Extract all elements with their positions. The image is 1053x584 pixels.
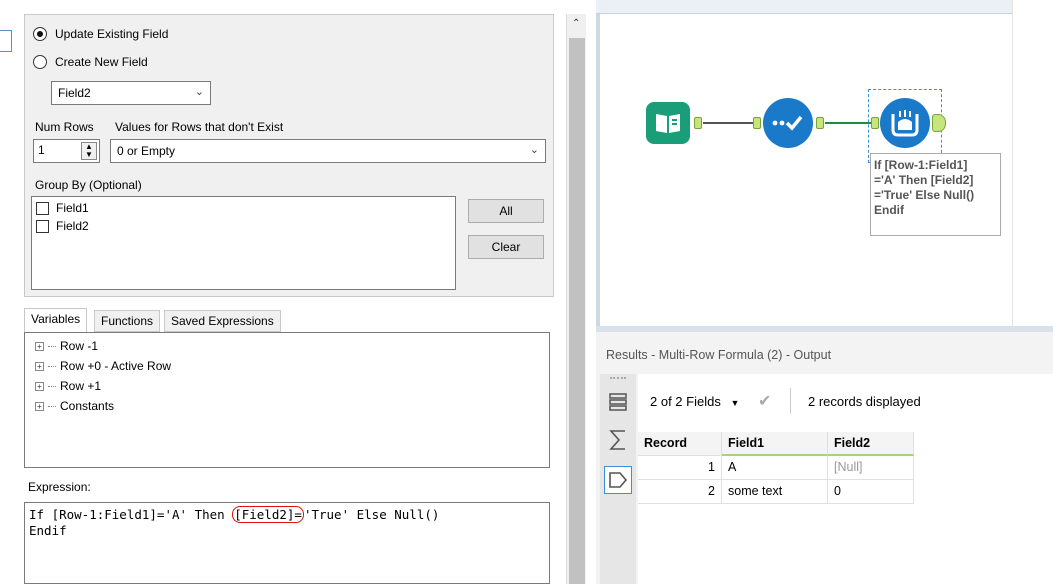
multi-row-formula-tool[interactable] (880, 98, 930, 148)
tree-item-label: Constants (60, 399, 115, 413)
records-count: 2 records displayed (808, 394, 921, 409)
tree-item-constants[interactable]: + Constants (35, 397, 114, 415)
column-header-field1[interactable]: Field1 (722, 432, 828, 456)
group-field2-label: Field2 (56, 219, 89, 233)
sample-check-icon (772, 115, 803, 131)
tab-functions[interactable]: Functions (94, 310, 161, 332)
results-grid: Record Field1 Field2 1 A [Null] 2 some t… (638, 430, 1053, 584)
expression-text-a: If [Row-1:Field1]='A' Then (29, 507, 233, 522)
expand-plus-icon[interactable]: + (35, 361, 44, 371)
field2-cell[interactable]: 0 (828, 480, 914, 504)
update-existing-label: Update Existing Field (55, 27, 169, 41)
field-select[interactable]: Field2 ⌄ (51, 81, 211, 105)
expression-label: Expression: (28, 480, 91, 494)
field1-cell[interactable]: some text (722, 480, 828, 504)
clear-button[interactable]: Clear (468, 235, 544, 259)
column-header-record[interactable]: Record (638, 432, 722, 456)
tool-annotation: If [Row-1:Field1] ='A' Then [Field2] ='T… (870, 153, 1001, 236)
output-anchor[interactable] (816, 117, 824, 129)
group-field2-checkbox[interactable] (36, 220, 49, 233)
tab-variables[interactable]: Variables (24, 308, 88, 333)
tree-item-row-plus-1[interactable]: + Row +1 (35, 377, 101, 395)
tree-connector (48, 405, 56, 407)
num-rows-stepper[interactable]: 1 ▲ ▼ (33, 139, 100, 163)
create-new-label: Create New Field (55, 55, 148, 69)
group-field1-label: Field1 (56, 201, 89, 215)
group-field1-checkbox[interactable] (36, 202, 49, 215)
scrollbar-thumb[interactable] (569, 38, 585, 584)
field2-cell[interactable]: [Null] (828, 456, 914, 480)
table-view-icon[interactable] (606, 390, 630, 414)
output-tag-icon[interactable] (604, 466, 632, 494)
column-header-field2[interactable]: Field2 (828, 432, 914, 456)
output-anchor[interactable] (932, 114, 946, 132)
results-panel: Results - Multi-Row Formula (2) - Output… (596, 326, 1053, 584)
record-number-cell[interactable]: 2 (638, 480, 722, 504)
connection-line (825, 122, 872, 124)
sample-tool[interactable] (763, 98, 813, 148)
results-title: Results - Multi-Row Formula (2) - Output (606, 348, 832, 362)
toolbar-divider (790, 388, 791, 414)
group-by-label: Group By (Optional) (35, 178, 142, 192)
configuration-pane: Update Existing Field Create New Field F… (0, 0, 596, 584)
tab-saved-expressions[interactable]: Saved Expressions (164, 310, 281, 332)
checkmark-icon[interactable]: ✔ (758, 391, 771, 411)
drag-handle-icon[interactable] (610, 377, 626, 379)
tree-item-label: Row +1 (60, 379, 102, 393)
values-rows-label: Values for Rows that don't Exist (115, 120, 284, 134)
tree-item-row-minus-1[interactable]: + Row -1 (35, 337, 98, 355)
results-side-toolbar (600, 374, 636, 584)
fields-selector-button[interactable]: 2 of 2 Fields ▼ (650, 394, 739, 409)
expression-editor[interactable]: If [Row-1:Field1]='A' Then [Field2]= 'Tru… (24, 502, 550, 584)
canvas-right-edge (1012, 0, 1053, 326)
multi-row-config-box: Update Existing Field Create New Field F… (24, 14, 554, 297)
expand-plus-icon[interactable]: + (35, 341, 44, 351)
variables-tree: + Row -1 + Row +0 - Active Row + Row +1 … (24, 332, 550, 468)
stepper-arrows-icon[interactable]: ▲ ▼ (81, 142, 97, 160)
caret-down-icon: ▼ (730, 398, 740, 408)
results-toolbar: 2 of 2 Fields ▼ ✔ 2 records displayed (638, 374, 1053, 430)
book-icon (656, 114, 680, 133)
chevron-down-icon: ⌄ (194, 86, 204, 98)
input-anchor[interactable] (753, 117, 761, 129)
chevron-down-icon: ⌄ (529, 144, 539, 156)
tree-item-row-active[interactable]: + Row +0 - Active Row (35, 357, 171, 375)
missing-values-select[interactable]: 0 or Empty ⌄ (110, 139, 546, 163)
tree-connector (48, 365, 56, 367)
connection-line (703, 122, 755, 124)
fields-selector-label: 2 of 2 Fields (650, 394, 721, 409)
select-all-button[interactable]: All (468, 199, 544, 223)
expand-plus-icon[interactable]: + (35, 381, 44, 391)
multi-row-formula-icon (891, 110, 919, 137)
expression-line2: Endif (29, 523, 67, 538)
tree-connector (48, 385, 56, 387)
chevron-up-icon[interactable]: ⌃ (572, 18, 580, 29)
num-rows-label: Num Rows (35, 120, 94, 134)
field-select-value: Field2 (58, 86, 91, 100)
canvas-top-strip (596, 0, 1053, 14)
group-by-list: Field1 Field2 (31, 196, 456, 290)
highlighted-field2-ref: [Field2]= (232, 506, 304, 523)
input-data-tool[interactable] (646, 102, 690, 144)
tree-item-label: Row +0 - Active Row (60, 359, 172, 373)
output-anchor[interactable] (694, 117, 702, 129)
missing-values-value: 0 or Empty (117, 144, 176, 158)
sum-icon[interactable] (606, 428, 630, 452)
expand-plus-icon[interactable]: + (35, 401, 44, 411)
tree-connector (48, 345, 56, 347)
record-number-cell[interactable]: 1 (638, 456, 722, 480)
create-new-radio[interactable] (33, 55, 47, 69)
update-existing-radio[interactable] (33, 27, 47, 41)
vertical-scrollbar[interactable]: ⌃ (566, 14, 586, 584)
tree-item-label: Row -1 (60, 339, 99, 353)
expression-text-c: 'True' Else Null() (303, 507, 440, 522)
num-rows-value: 1 (38, 143, 45, 157)
field1-cell[interactable]: A (722, 456, 828, 480)
side-panel-tab[interactable] (0, 30, 12, 52)
